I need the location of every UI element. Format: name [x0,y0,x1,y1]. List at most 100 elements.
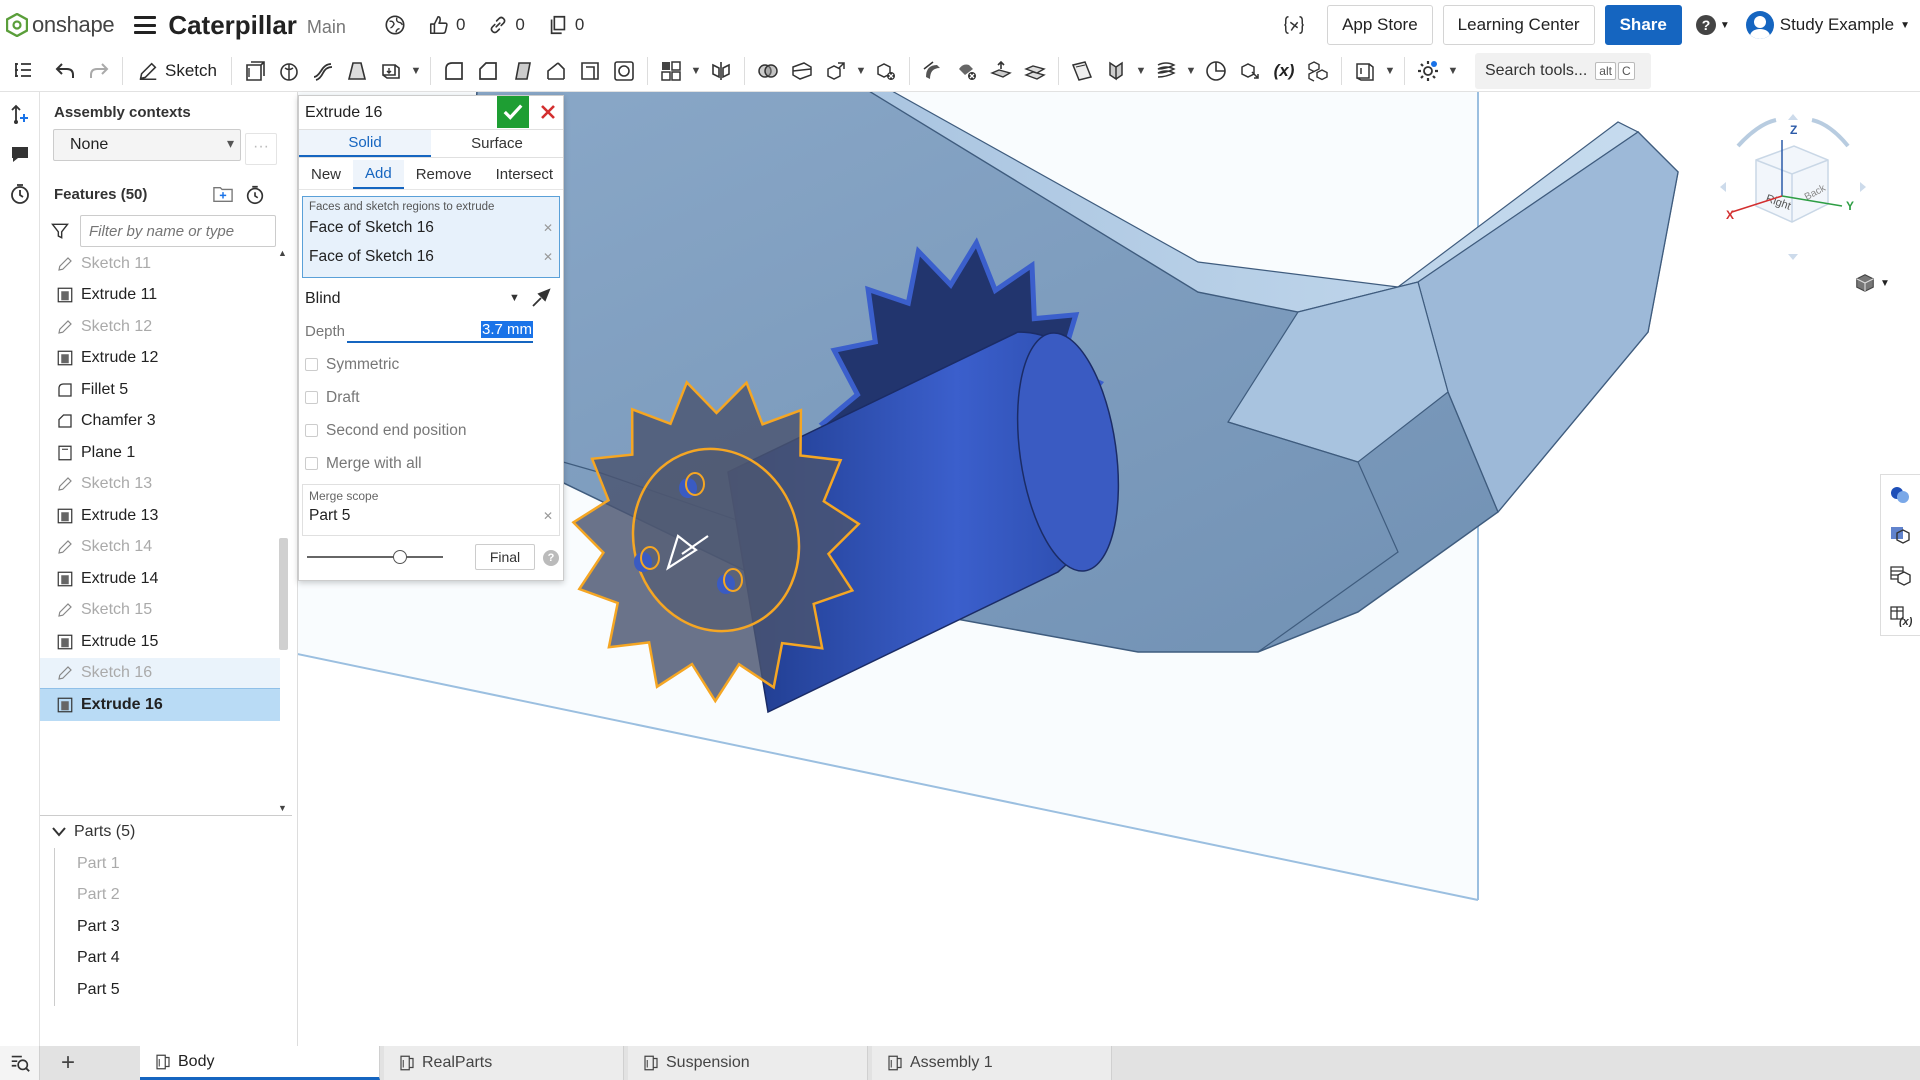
chamfer-icon[interactable] [471,54,505,88]
checkbox[interactable] [305,358,318,371]
boolean-icon[interactable] [751,54,785,88]
fillet-icon[interactable] [437,54,471,88]
redo-icon[interactable] [82,54,116,88]
mate-connector-icon[interactable] [1099,54,1133,88]
thicken-icon[interactable] [374,54,408,88]
tab-body[interactable]: Body [140,1046,380,1080]
feature-item-sketch-13[interactable]: Sketch 13 [40,469,280,501]
helix-icon[interactable] [1149,54,1183,88]
part-item-3[interactable]: Part 3 [54,911,120,943]
bom-icon[interactable] [1881,515,1919,555]
share-button[interactable]: Share [1604,5,1682,45]
variables-table-icon[interactable]: (x) [1881,595,1919,635]
remove-selection-icon[interactable]: ✕ [543,250,553,264]
tab-suspension[interactable]: Suspension [628,1046,868,1080]
selection-item[interactable]: Face of Sketch 16 ✕ [309,242,553,271]
part-item-4[interactable]: Part 4 [54,942,120,974]
section-view-icon[interactable] [1348,54,1382,88]
rollback-timer-icon[interactable] [244,184,266,206]
add-tab-button[interactable]: + [40,1046,96,1080]
feature-item-plane-1[interactable]: Plane 1 [40,437,280,469]
parts-header[interactable]: Parts (5) [52,820,135,844]
sketch-button[interactable]: Sketch [129,60,225,82]
document-title[interactable]: Caterpillar [168,10,297,41]
cancel-button[interactable] [533,96,563,128]
curve-caret-icon[interactable]: ▼ [1183,65,1199,77]
scroll-thumb[interactable] [279,538,288,650]
selection-field[interactable]: Faces and sketch regions to extrude Face… [302,196,560,278]
operation-new[interactable]: New [299,160,353,189]
revolve-icon[interactable] [272,54,306,88]
configurations-icon[interactable] [1881,555,1919,595]
selection-item[interactable]: Face of Sketch 16 ✕ [309,213,553,242]
loft-icon[interactable] [340,54,374,88]
tab-search-icon[interactable] [0,1046,40,1080]
feature-list-toggle-icon[interactable] [6,54,40,88]
feature-item-extrude-12[interactable]: Extrude 12 [40,343,280,375]
search-tools-input[interactable]: Search tools... alt C [1474,52,1651,89]
part-item-1[interactable]: Part 1 [54,848,120,880]
feature-item-extrude-13[interactable]: Extrude 13 [40,500,280,532]
scroll-up-icon[interactable]: ▲ [278,248,287,258]
operation-remove[interactable]: Remove [404,160,484,189]
depth-field[interactable]: Depth 3.7 mm [299,314,563,348]
operation-add[interactable]: Add [353,160,404,189]
assembly-context-select[interactable]: None [53,129,241,161]
undo-icon[interactable] [48,54,82,88]
comments-icon[interactable] [0,134,40,174]
variable-icon[interactable]: (x) [1267,54,1301,88]
delete-face-icon[interactable] [950,54,984,88]
settings-gear-icon[interactable] [1411,54,1445,88]
feature-item-extrude-15[interactable]: Extrude 15 [40,626,280,658]
onshape-logo[interactable]: onshape [6,12,115,38]
final-button[interactable]: Final [475,544,535,570]
option-draft[interactable]: Draft [299,381,563,414]
tab-surface[interactable]: Surface [431,130,563,157]
derived-icon[interactable] [1233,54,1267,88]
new-folder-icon[interactable] [212,184,234,204]
feature-item-sketch-11[interactable]: Sketch 11 [40,248,280,280]
transform-icon[interactable] [819,54,853,88]
feature-list-scrollbar[interactable]: ▲ ▼ [276,248,290,813]
workspace-name[interactable]: Main [307,17,346,38]
configure-icon[interactable] [1301,54,1335,88]
shell-icon[interactable] [573,54,607,88]
option-symmetric[interactable]: Symmetric [299,348,563,381]
feature-item-sketch-16[interactable]: Sketch 16 [40,657,280,689]
section-caret-icon[interactable]: ▼ [1382,65,1398,77]
feature-item-extrude-16[interactable]: Extrude 16 [40,689,280,721]
linear-pattern-icon[interactable] [654,54,688,88]
dialog-help-icon[interactable]: ? [543,550,559,566]
more-solid-tools-caret-icon[interactable]: ▼ [408,65,424,77]
checkbox[interactable] [305,424,318,437]
move-face-icon[interactable] [984,54,1018,88]
feature-item-fillet-5[interactable]: Fillet 5 [40,374,280,406]
feature-item-sketch-14[interactable]: Sketch 14 [40,532,280,564]
part-item-2[interactable]: Part 2 [54,879,120,911]
part-item-5[interactable]: Part 5 [54,974,120,1006]
option-second-end-position[interactable]: Second end position [299,414,563,447]
pattern-caret-icon[interactable]: ▼ [688,65,704,77]
tab-assembly-1[interactable]: Assembly 1 [872,1046,1112,1080]
merge-scope-field[interactable]: Merge scope Part 5 ✕ [302,484,560,536]
end-type-select[interactable]: Blind ▼ [299,284,563,314]
help-menu[interactable]: ? ▼ [1694,13,1730,37]
links-button[interactable]: 0 [487,14,525,36]
feature-item-extrude-11[interactable]: Extrude 11 [40,280,280,312]
replace-face-icon[interactable] [1018,54,1052,88]
flip-direction-icon[interactable] [529,286,553,310]
sweep-icon[interactable] [306,54,340,88]
mirror-icon[interactable] [704,54,738,88]
remove-merge-scope-icon[interactable]: ✕ [543,509,553,523]
transform-caret-icon[interactable]: ▼ [853,65,869,77]
variable-studio-icon[interactable] [1283,14,1305,36]
checkbox[interactable] [305,457,318,470]
plane-caret-icon[interactable]: ▼ [1133,65,1149,77]
extrude-icon[interactable] [238,54,272,88]
depth-input[interactable]: 3.7 mm [347,321,533,343]
filter-icon[interactable] [50,221,70,241]
globe-icon[interactable] [384,14,406,36]
app-store-button[interactable]: App Store [1327,5,1433,45]
learning-center-button[interactable]: Learning Center [1442,5,1595,45]
settings-caret-icon[interactable]: ▼ [1445,65,1461,77]
